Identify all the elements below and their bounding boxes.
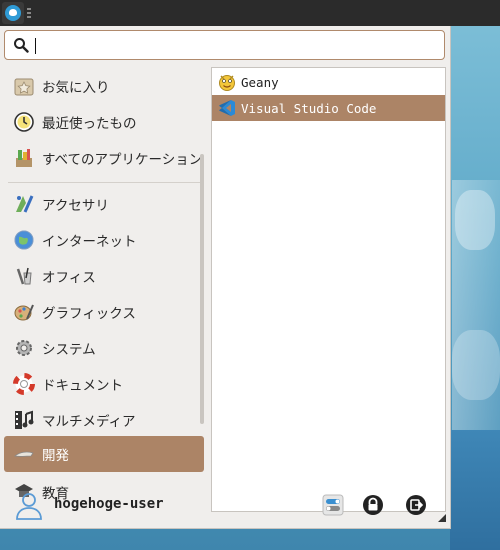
app-visual-studio-code[interactable]: Visual Studio Code [212,95,445,121]
search-input[interactable] [35,35,439,57]
category-recent[interactable]: 最近使ったもの [4,104,204,140]
office-icon [12,264,36,288]
app-label: Geany [241,74,279,90]
username: hogehoge-user [54,496,164,512]
menu-footer: hogehoge-user [0,484,450,528]
category-scrollbar[interactable] [200,154,204,424]
favorites-icon [12,74,36,98]
user-avatar-icon [16,493,42,520]
application-list: Geany Visual Studio Code [211,67,446,512]
whisker-menu-button[interactable] [2,2,24,24]
settings-icon[interactable] [322,494,344,516]
app-label: Visual Studio Code [241,100,377,116]
category-label: グラフィックス [42,306,136,322]
panel-handle[interactable] [27,8,31,18]
category-development[interactable]: 開発 [4,436,204,472]
app-geany[interactable]: Geany [212,69,445,95]
logout-icon[interactable] [405,494,427,516]
graphics-icon [12,300,36,324]
search-icon [14,38,29,53]
category-label: アクセサリ [42,198,109,214]
category-label: ドキュメント [42,378,123,394]
whisker-menu: お気に入り 最近使ったもの すべてのアプリケーション アクセサリ インターネット… [0,26,451,529]
text-caret [35,38,36,54]
accessories-icon [12,192,36,216]
category-label: 最近使ったもの [42,116,137,132]
category-label: システム [42,342,96,358]
search-box[interactable] [4,30,445,60]
documentation-icon [12,372,36,396]
multimedia-icon [12,408,36,432]
category-label: インターネット [42,234,137,250]
recent-icon [12,110,36,134]
category-accessories[interactable]: アクセサリ [4,186,204,222]
water-area [450,430,500,550]
development-icon [12,442,36,466]
xfce-logo-icon [5,5,21,21]
top-panel [0,0,500,26]
category-label: すべてのアプリケーション [42,152,203,168]
category-office[interactable]: オフィス [4,258,204,294]
all-applications-icon [12,146,36,170]
category-all-applications[interactable]: すべてのアプリケーション [4,140,204,176]
vscode-icon [217,98,237,118]
lock-icon[interactable] [362,494,384,516]
system-icon [12,336,36,360]
category-internet[interactable]: インターネット [4,222,204,258]
category-label: オフィス [42,270,96,286]
category-system[interactable]: システム [4,330,204,366]
category-documentation[interactable]: ドキュメント [4,366,204,402]
category-list: お気に入り 最近使ったもの すべてのアプリケーション アクセサリ インターネット… [0,64,210,512]
category-multimedia[interactable]: マルチメディア [4,402,204,438]
category-separator [8,182,204,183]
tree-foliage-lower [452,330,500,400]
category-label: 開発 [42,448,69,464]
category-label: お気に入り [42,80,110,96]
category-graphics[interactable]: グラフィックス [4,294,204,330]
geany-icon [217,72,237,92]
category-label: マルチメディア [42,414,136,430]
internet-icon [12,228,36,252]
category-favorites[interactable]: お気に入り [4,68,204,104]
resize-grip[interactable] [438,514,446,522]
